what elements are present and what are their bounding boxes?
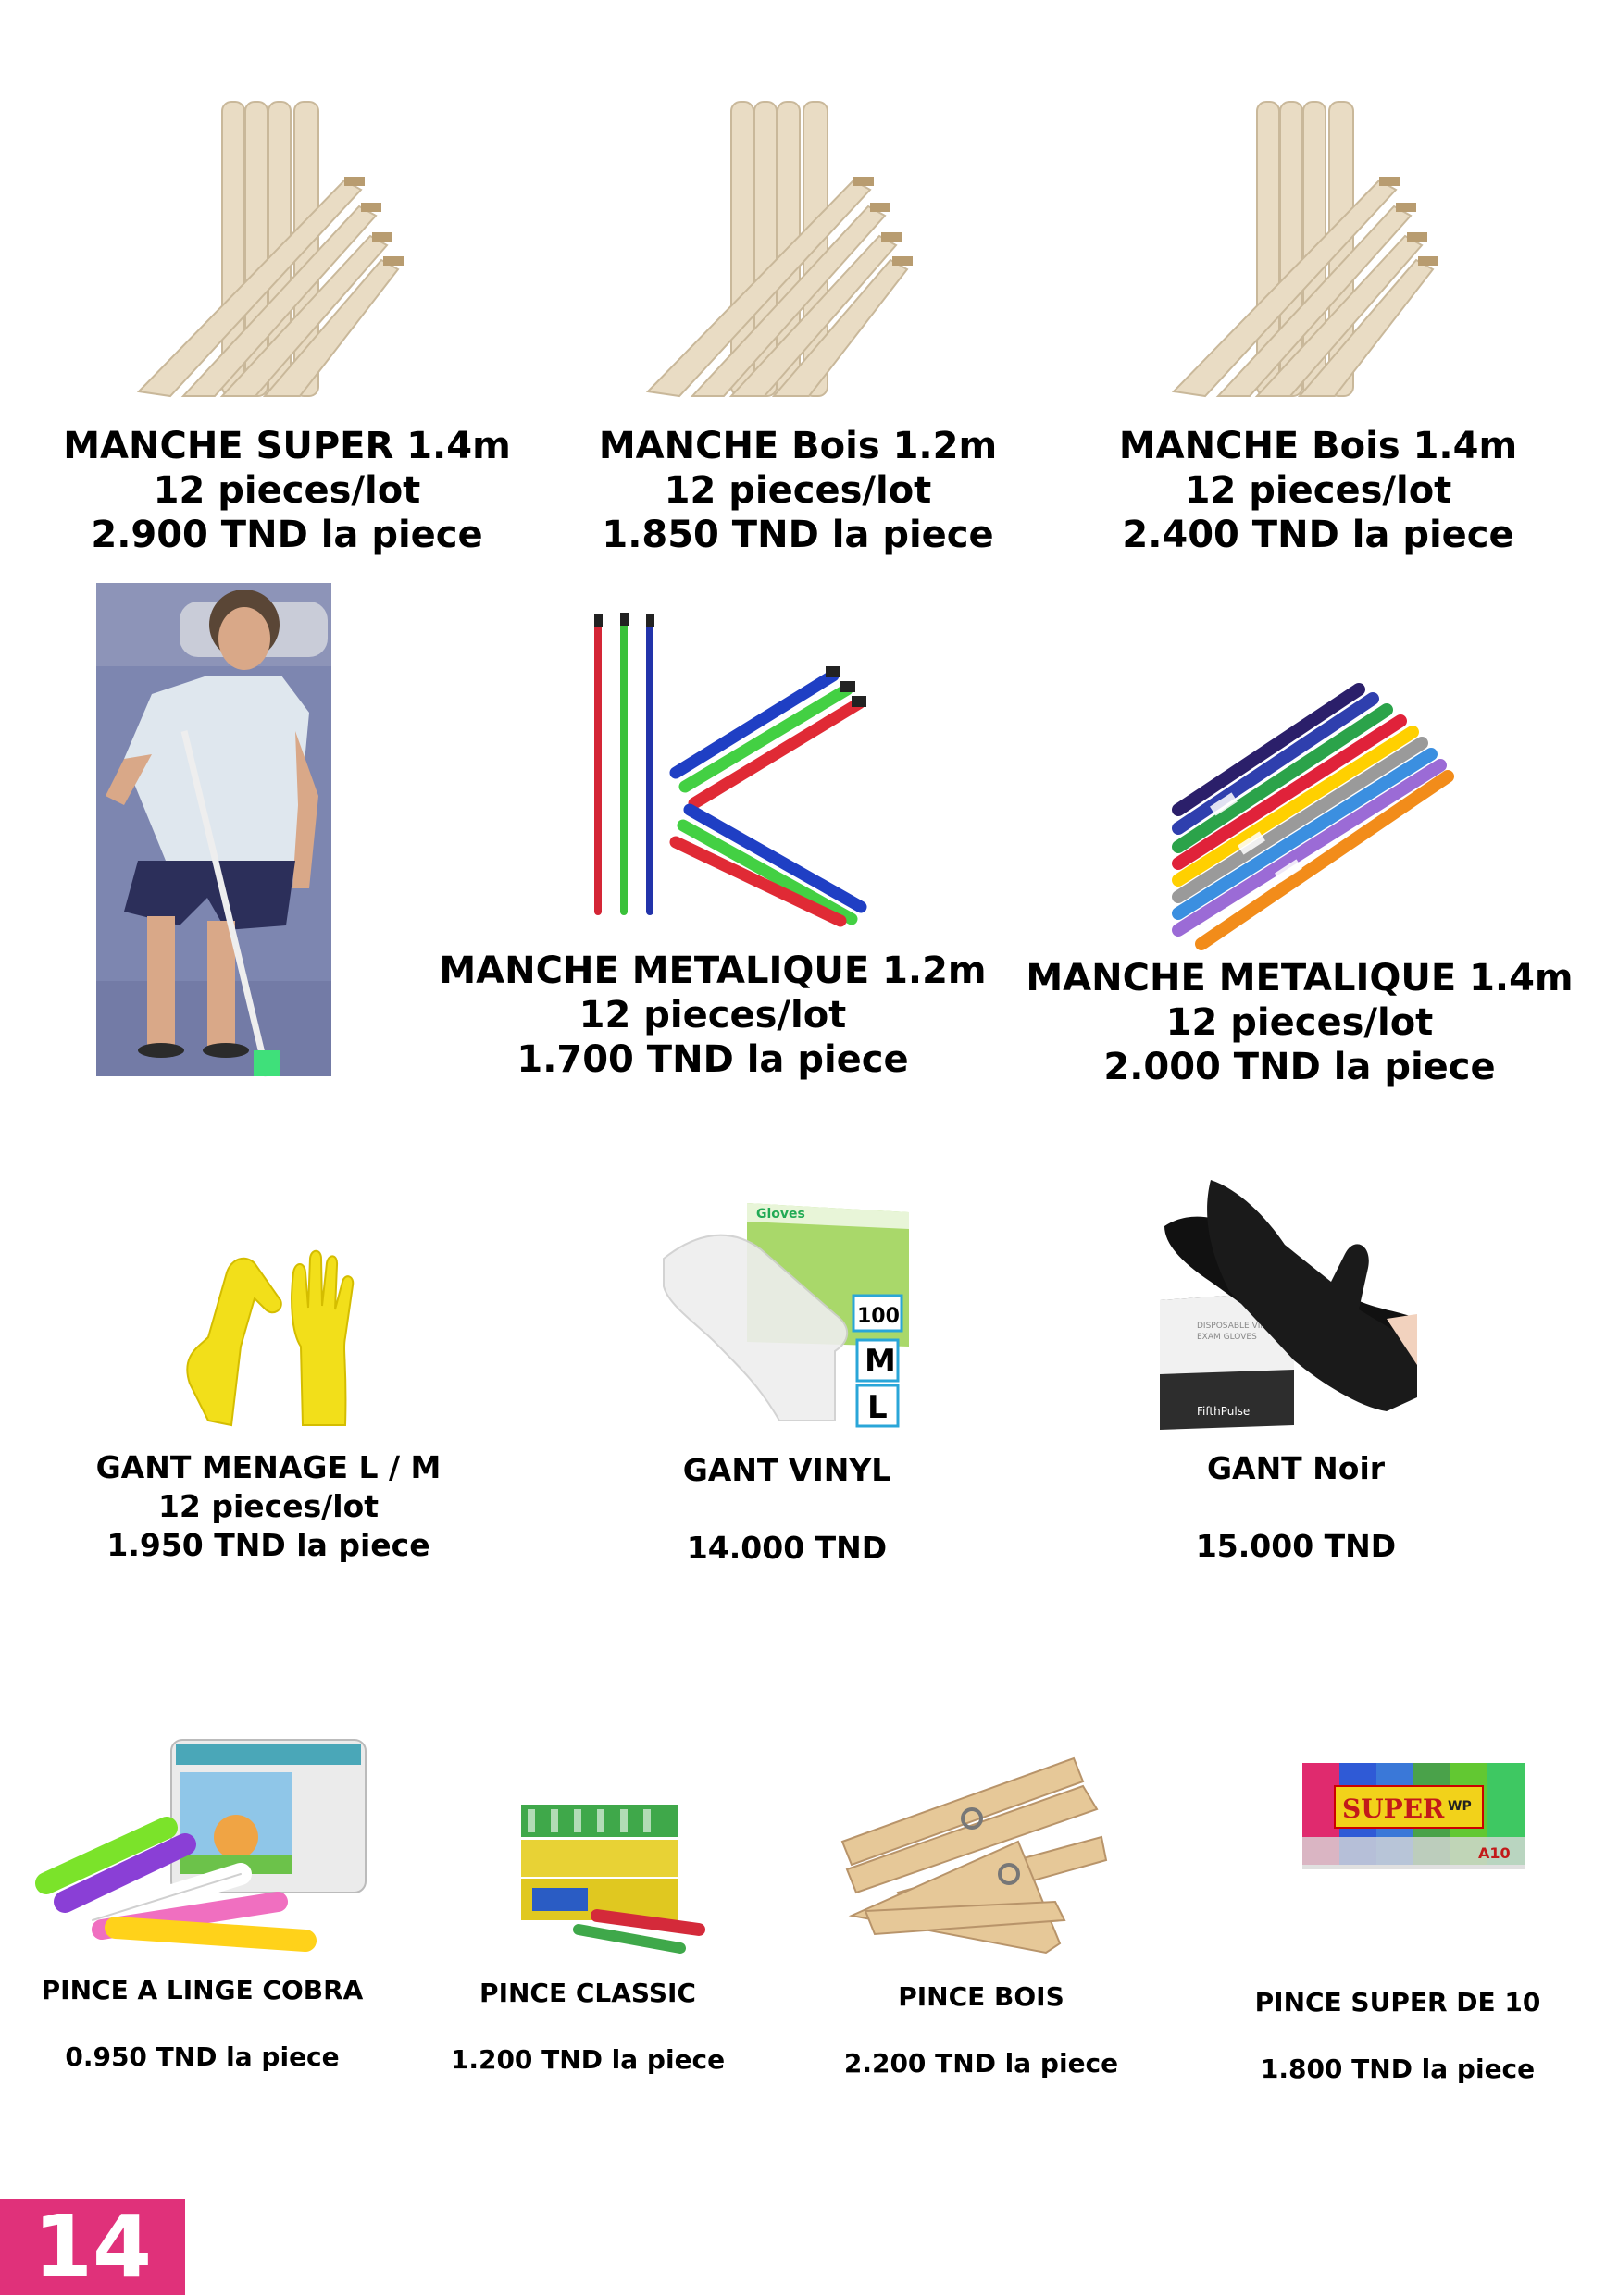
product-price: 14.000 TND <box>686 1530 888 1566</box>
metal-handles-bundle-image <box>1172 683 1454 950</box>
product-name: PINCE A LINGE COBRA <box>41 1975 364 2005</box>
yellow-rubber-gloves-image <box>186 1249 355 1427</box>
wooden-handles-image-3 <box>1171 101 1438 398</box>
product-caption: MANCHE SUPER 1.4m 12 pieces/lot 2.900 TN… <box>56 424 518 557</box>
product-price: 2.200 TND la piece <box>843 2048 1119 2079</box>
product-caption: PINCE BOIS 2.200 TND la piece <box>805 1980 1157 2080</box>
product-lot: 12 pieces/lot <box>157 1488 380 1524</box>
vinyl-gloves-box-image: Gloves 100 M L <box>663 1203 909 1428</box>
super-pack-brand: SUPER <box>1342 1793 1445 1824</box>
product-name: GANT Noir <box>1206 1450 1386 1486</box>
vinyl-box-count: 100 <box>857 1305 900 1328</box>
product-caption: MANCHE METALIQUE 1.4m 12 pieces/lot 2.00… <box>1022 956 1577 1089</box>
product-lot: 12 pieces/lot <box>1184 469 1452 512</box>
product-caption: MANCHE Bois 1.4m 12 pieces/lot 2.400 TND… <box>1087 424 1550 557</box>
vinyl-box-size-l: L <box>867 1389 888 1426</box>
product-name: PINCE BOIS <box>898 1981 1064 2012</box>
product-caption: GANT MENAGE L / M 12 pieces/lot 1.950 TN… <box>56 1448 481 1565</box>
product-caption: MANCHE Bois 1.2m 12 pieces/lot 1.850 TND… <box>566 424 1029 557</box>
product-price: 2.900 TND la piece <box>91 514 483 556</box>
product-caption: GANT Noir 15.000 TND <box>1092 1449 1500 1566</box>
product-caption: PINCE CLASSIC 1.200 TND la piece <box>412 1977 764 2077</box>
product-price: 2.400 TND la piece <box>1122 514 1514 556</box>
product-name: GANT VINYL <box>682 1452 891 1488</box>
cobra-clothespins-image <box>35 1739 367 1952</box>
black-box-brand: FifthPulse <box>1197 1405 1250 1418</box>
wooden-clothespins-image <box>840 1756 1108 1955</box>
vinyl-box-size-m: M <box>865 1343 896 1380</box>
product-caption: PINCE SUPER DE 10 1.800 TND la piece <box>1222 1986 1574 2086</box>
product-name: PINCE SUPER DE 10 <box>1254 1987 1541 2017</box>
product-name: MANCHE METALIQUE 1.2m <box>439 949 987 992</box>
product-lot: 12 pieces/lot <box>579 994 847 1036</box>
product-price: 2.000 TND la piece <box>1103 1046 1496 1088</box>
product-lot: 12 pieces/lot <box>153 469 421 512</box>
product-name: PINCE CLASSIC <box>479 1978 696 2008</box>
super-clothespins-pack-image: SUPER WP A10 <box>1302 1763 1525 1869</box>
wooden-handles-image-1 <box>136 101 404 398</box>
wooden-handles-image-2 <box>645 101 913 398</box>
page-number-badge: 14 <box>0 2199 185 2295</box>
product-price: 1.200 TND la piece <box>450 2044 726 2075</box>
product-caption: MANCHE METALIQUE 1.2m 12 pieces/lot 1.70… <box>435 949 990 1082</box>
product-price: 1.950 TND la piece <box>106 1527 430 1563</box>
metal-handles-image <box>594 613 867 927</box>
product-lot: 12 pieces/lot <box>1165 1001 1434 1044</box>
product-price: 0.950 TND la piece <box>65 2042 340 2072</box>
product-lot: 12 pieces/lot <box>664 469 932 512</box>
black-box-line2: EXAM GLOVES <box>1197 1333 1257 1342</box>
person-with-mop-photo <box>96 583 331 1077</box>
product-name: MANCHE Bois 1.4m <box>1118 425 1518 467</box>
plastic-clothespins-image <box>521 1805 705 1954</box>
product-name: GANT MENAGE L / M <box>95 1449 442 1485</box>
product-name: MANCHE Bois 1.2m <box>598 425 998 467</box>
product-caption: PINCE A LINGE COBRA 0.950 TND la piece <box>0 1974 404 2074</box>
product-price: 1.800 TND la piece <box>1260 2054 1536 2084</box>
product-price: 15.000 TND <box>1195 1528 1397 1564</box>
super-pack-tag: WP <box>1448 1799 1472 1814</box>
black-gloves-box-image: DISPOSABLE VINYL EXAM GLOVES FifthPulse <box>1160 1180 1417 1430</box>
product-name: MANCHE METALIQUE 1.4m <box>1026 957 1574 999</box>
product-price: 1.850 TND la piece <box>602 514 994 556</box>
super-pack-count: A10 <box>1478 1844 1511 1862</box>
product-name: MANCHE SUPER 1.4m <box>63 425 511 467</box>
product-price: 1.700 TND la piece <box>517 1038 909 1081</box>
product-caption: GANT VINYL 14.000 TND <box>583 1451 990 1568</box>
vinyl-box-brand: Gloves <box>756 1207 805 1222</box>
